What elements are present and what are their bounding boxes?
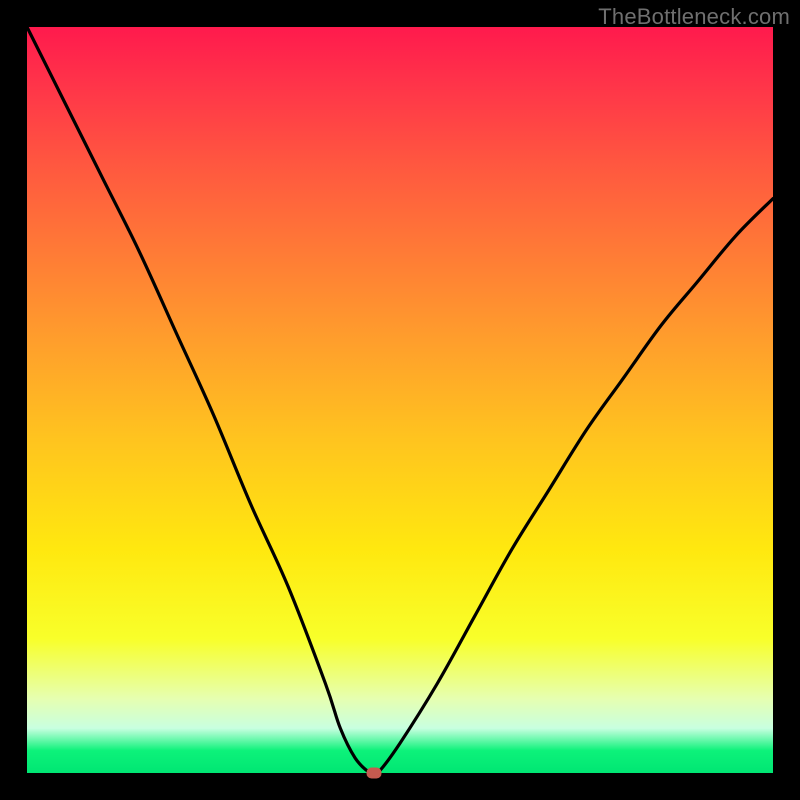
bottleneck-curve-path bbox=[27, 27, 773, 773]
curve-svg bbox=[27, 27, 773, 773]
chart-frame: TheBottleneck.com bbox=[0, 0, 800, 800]
minimum-marker bbox=[366, 768, 381, 779]
plot-area bbox=[27, 27, 773, 773]
